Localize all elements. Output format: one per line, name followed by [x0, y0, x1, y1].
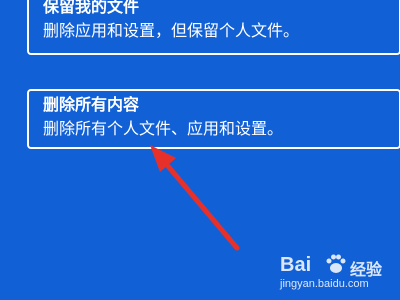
- remove-everything-option[interactable]: 删除所有内容 删除所有个人文件、应用和设置。: [27, 89, 400, 149]
- watermark-logo-text: Bai: [280, 254, 312, 276]
- keep-my-files-description: 删除应用和设置，但保留个人文件。: [43, 23, 300, 40]
- watermark-jingyan-text: 经验: [350, 262, 383, 279]
- remove-everything-title: 删除所有内容: [43, 97, 140, 114]
- keep-my-files-title: 保留我的文件: [43, 0, 140, 16]
- remove-everything-description: 删除所有个人文件、应用和设置。: [43, 121, 284, 138]
- baidu-paw-icon: [326, 254, 346, 273]
- baidu-jingyan-watermark: Bai 经验 jingyan.baidu.com: [280, 250, 390, 294]
- keep-my-files-option[interactable]: 保留我的文件 删除应用和设置，但保留个人文件。: [27, 0, 400, 55]
- watermark-url: jingyan.baidu.com: [280, 278, 369, 290]
